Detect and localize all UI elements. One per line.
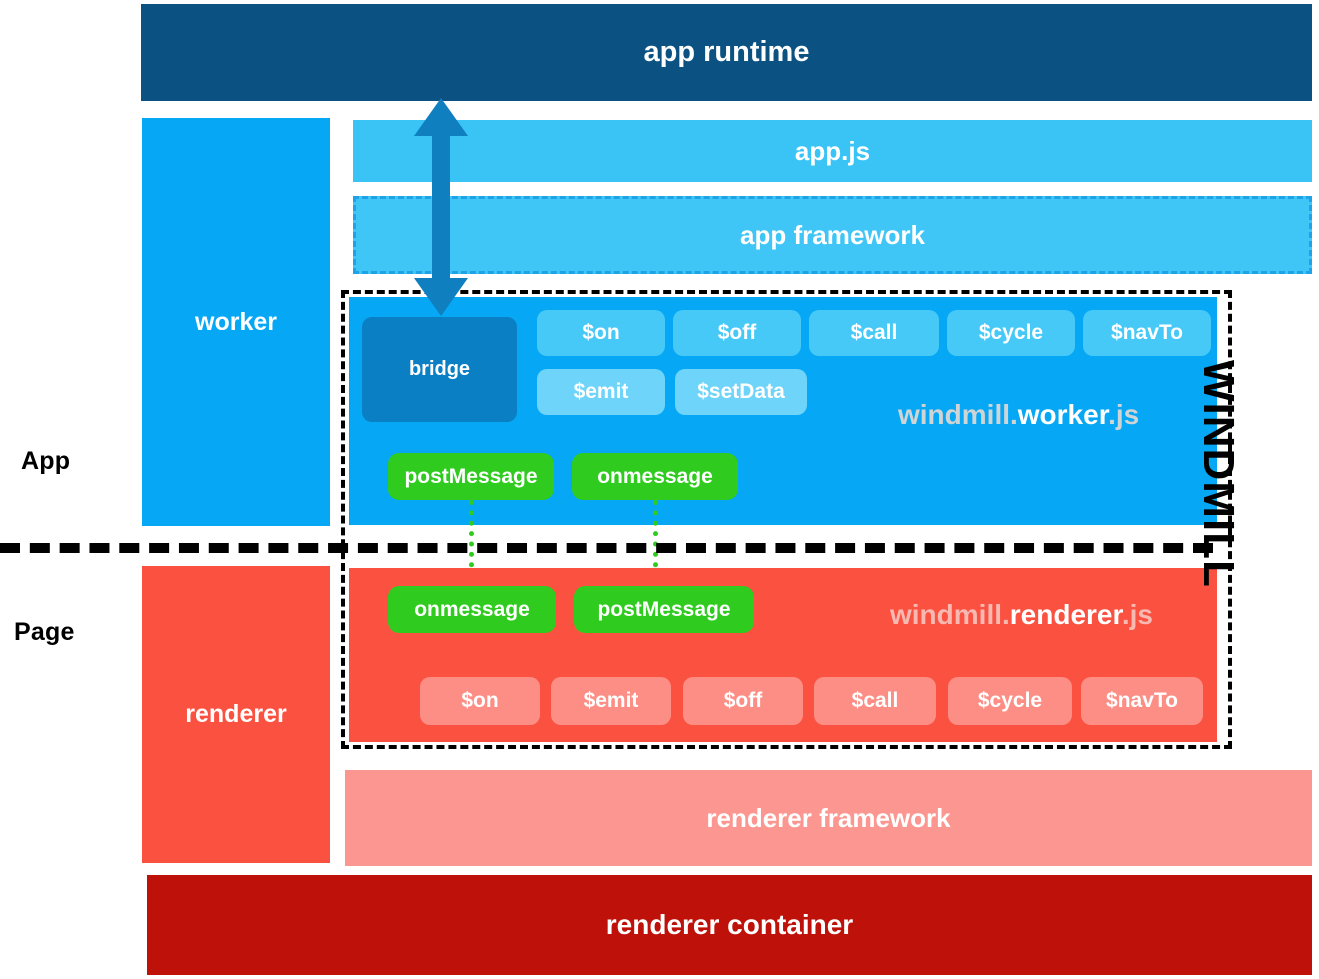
renderer-api-on-label: $on [461,689,499,712]
worker-api-call-label: $call [850,321,898,344]
renderer-api-navto-label: $navTo [1106,689,1178,712]
renderer-postmessage-label: postMessage [597,597,731,621]
worker-column: worker [142,118,330,526]
renderer-onmessage-label: onmessage [414,597,530,621]
renderer-container-label: renderer container [605,909,854,940]
app-runtime-layer: app runtime [141,4,1312,101]
worker-api-setdata-label: $setData [697,380,785,403]
renderer-api-on[interactable]: $on [420,677,540,725]
worker-api-setdata[interactable]: $setData [675,369,807,415]
bidirectional-arrow-icon [414,98,468,316]
renderer-onmessage-box[interactable]: onmessage [388,586,556,633]
worker-api-call[interactable]: $call [809,310,939,356]
worker-postmessage-label: postMessage [404,464,538,488]
app-runtime-label: app runtime [643,36,810,68]
renderer-column-label: renderer [185,700,287,728]
worker-lib-name: worker [1017,399,1109,430]
renderer-lib-prefix: windmill. [890,599,1010,630]
renderer-api-cycle[interactable]: $cycle [948,677,1072,725]
worker-api-off[interactable]: $off [673,310,801,356]
renderer-api-call-label: $call [851,689,899,712]
worker-api-cycle[interactable]: $cycle [947,310,1075,356]
renderer-api-emit-label: $emit [583,689,639,712]
renderer-api-off-label: $off [723,689,763,712]
worker-onmessage-label: onmessage [597,464,713,488]
renderer-framework-layer: renderer framework [345,770,1312,866]
renderer-api-emit[interactable]: $emit [551,677,671,725]
app-page-divider [0,543,1213,553]
renderer-api-off[interactable]: $off [683,677,803,725]
windmill-renderer-js-label: windmill.renderer.js [890,599,1153,631]
worker-api-on-label: $on [582,321,620,344]
renderer-column: renderer [142,566,330,863]
worker-api-off-label: $off [717,321,757,344]
worker-api-emit-label: $emit [573,380,629,403]
architecture-diagram: app runtime app.js app framework worker … [0,0,1319,979]
app-side-label: App [21,447,71,475]
worker-api-navto[interactable]: $navTo [1083,310,1211,356]
worker-api-on[interactable]: $on [537,310,665,356]
worker-onmessage-box[interactable]: onmessage [572,453,738,500]
bridge-box: bridge [362,317,517,422]
app-js-label: app.js [794,135,871,166]
worker-postmessage-box[interactable]: postMessage [388,453,554,500]
bridge-label: bridge [408,358,471,380]
worker-lib-suffix: .js [1108,399,1140,430]
app-js-layer: app.js [353,120,1312,182]
worker-column-label: worker [195,307,277,336]
worker-api-navto-label: $navTo [1111,321,1183,344]
renderer-api-navto[interactable]: $navTo [1081,677,1203,725]
renderer-framework-label: renderer framework [706,802,951,833]
renderer-lib-suffix: .js [1121,599,1153,630]
renderer-api-call[interactable]: $call [814,677,936,725]
worker-api-cycle-label: $cycle [978,321,1044,344]
worker-api-emit[interactable]: $emit [537,369,665,415]
windmill-worker-js-label: windmill.worker.js [898,399,1139,431]
windmill-vertical-label: WINDMILL [1194,360,1243,588]
app-framework-label: app framework [740,219,925,250]
renderer-lib-name: renderer [1009,599,1122,630]
renderer-container-layer: renderer container [147,875,1312,975]
renderer-postmessage-box[interactable]: postMessage [574,586,754,633]
worker-lib-prefix: windmill. [898,399,1018,430]
app-framework-layer: app framework [353,196,1312,274]
renderer-api-cycle-label: $cycle [977,689,1043,712]
page-side-label: Page [14,618,75,646]
